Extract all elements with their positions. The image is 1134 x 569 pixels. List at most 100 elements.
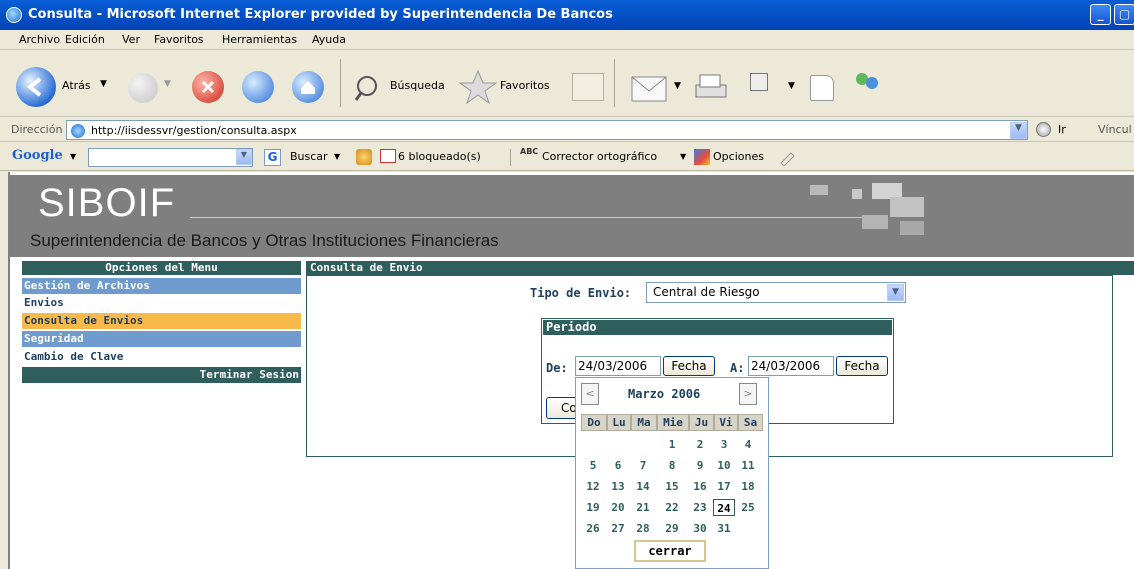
- calendar-day[interactable]: 18: [737, 478, 759, 495]
- calendar-day[interactable]: 27: [607, 520, 629, 537]
- calendar-day[interactable]: 12: [582, 478, 604, 495]
- calendar-day[interactable]: 13: [607, 478, 629, 495]
- calendar-day[interactable]: 25: [737, 499, 759, 516]
- banner-subtitle: Superintendencia de Bancos y Otras Insti…: [30, 231, 499, 250]
- sidebar-item-gestion[interactable]: Gestión de Archivos: [22, 278, 301, 294]
- calendar-day[interactable]: 11: [737, 457, 759, 474]
- google-search-input[interactable]: [88, 148, 253, 167]
- search-label[interactable]: Búsqueda: [390, 79, 445, 92]
- spellcheck-dropdown-icon[interactable]: ▼: [680, 152, 686, 161]
- links-label[interactable]: Víncul: [1098, 123, 1132, 136]
- de-date-input[interactable]: 24/03/2006: [575, 356, 661, 376]
- search-icon[interactable]: [352, 73, 382, 103]
- calendar-close-button[interactable]: cerrar: [634, 540, 706, 562]
- calendar-day[interactable]: 3: [713, 436, 735, 453]
- google-search-button[interactable]: Buscar: [290, 150, 328, 163]
- calendar-day[interactable]: 17: [713, 478, 735, 495]
- go-icon[interactable]: [1036, 122, 1051, 137]
- menu-favoritos[interactable]: Favoritos: [154, 33, 204, 46]
- google-toolbar: Google ▼ ▼ G Buscar ▼ 6 bloqueado(s) ABC…: [0, 143, 1134, 171]
- google-menu-icon[interactable]: ▼: [70, 152, 76, 161]
- window-title-bar[interactable]: Consulta - Microsoft Internet Explorer p…: [0, 0, 1134, 30]
- media-icon[interactable]: [572, 73, 604, 101]
- menu-ayuda[interactable]: Ayuda: [312, 33, 346, 46]
- highlight-icon[interactable]: [778, 148, 796, 166]
- go-button[interactable]: Ir: [1058, 123, 1066, 136]
- calendar-day[interactable]: 30: [689, 520, 711, 537]
- spellcheck-icon[interactable]: ABC: [520, 147, 538, 156]
- calendar-day[interactable]: 29: [661, 520, 683, 537]
- mail-dropdown-icon[interactable]: ▼: [674, 81, 681, 91]
- siboif-logo: SIBOIF: [38, 181, 176, 225]
- de-fecha-button[interactable]: Fecha: [663, 356, 715, 376]
- calendar-day[interactable]: 31: [713, 520, 735, 537]
- calendar-day[interactable]: 16: [689, 478, 711, 495]
- forward-icon[interactable]: [128, 73, 158, 103]
- forward-dropdown-icon[interactable]: ▼: [164, 79, 171, 89]
- spellcheck-button[interactable]: Corrector ortográfico: [542, 150, 657, 163]
- sidebar-item-envios[interactable]: Envios: [22, 295, 301, 311]
- discuss-icon[interactable]: [810, 75, 834, 101]
- menu-archivo[interactable]: Archivo: [19, 33, 60, 46]
- pagerank-icon[interactable]: [356, 149, 372, 165]
- calendar-day[interactable]: 4: [737, 436, 759, 453]
- options-icon[interactable]: [694, 149, 710, 165]
- calendar-day[interactable]: 21: [632, 499, 654, 516]
- home-icon[interactable]: [292, 71, 324, 103]
- address-dropdown-icon[interactable]: ▼: [1010, 122, 1027, 139]
- calendar-next-button[interactable]: >: [739, 383, 757, 405]
- minimize-button[interactable]: _: [1090, 4, 1111, 25]
- sidebar-item-seguridad[interactable]: Seguridad: [22, 331, 301, 347]
- maximize-button[interactable]: ▢: [1114, 4, 1134, 25]
- calendar-day[interactable]: 5: [582, 457, 604, 474]
- refresh-icon[interactable]: [242, 71, 274, 103]
- edit-icon[interactable]: [750, 73, 768, 91]
- calendar-day[interactable]: 8: [661, 457, 683, 474]
- calendar-day[interactable]: 15: [661, 478, 683, 495]
- google-g-icon[interactable]: G: [264, 149, 281, 166]
- favorites-label[interactable]: Favoritos: [500, 79, 550, 92]
- calendar-day[interactable]: 1: [661, 436, 683, 453]
- address-input[interactable]: http://iisdessvr/gestion/consulta.aspx: [66, 120, 1028, 140]
- menu-herramientas[interactable]: Herramientas: [222, 33, 297, 46]
- menu-ver[interactable]: Ver: [122, 33, 140, 46]
- calendar-day[interactable]: 20: [607, 499, 629, 516]
- calendar-day[interactable]: 6: [607, 457, 629, 474]
- edit-dropdown-icon[interactable]: ▼: [788, 81, 795, 91]
- back-label[interactable]: Atrás: [62, 79, 91, 92]
- popup-blocker-icon[interactable]: [380, 149, 396, 163]
- a-fecha-button[interactable]: Fecha: [836, 356, 888, 376]
- calendar-day[interactable]: 2: [689, 436, 711, 453]
- calendar-prev-button[interactable]: <: [581, 383, 599, 405]
- menu-edicion[interactable]: Edición: [65, 33, 105, 46]
- calendar-day[interactable]: 22: [661, 499, 683, 516]
- favorites-icon[interactable]: [458, 69, 498, 105]
- sidebar-item-cambio-clave[interactable]: Cambio de Clave: [22, 349, 301, 365]
- stop-icon[interactable]: [192, 71, 224, 103]
- print-icon[interactable]: [690, 71, 730, 105]
- google-search-dropdown-icon[interactable]: ▼: [236, 149, 252, 165]
- sidebar-item-consulta[interactable]: Consulta de Envios: [22, 313, 301, 329]
- popup-blocked-count[interactable]: 6 bloqueado(s): [398, 150, 481, 163]
- calendar-day-selected[interactable]: 24: [713, 499, 735, 516]
- google-logo[interactable]: Google: [12, 148, 63, 163]
- back-dropdown-icon[interactable]: ▼: [100, 79, 107, 89]
- calendar-day[interactable]: 7: [632, 457, 654, 474]
- calendar-day[interactable]: 19: [582, 499, 604, 516]
- calendar-day[interactable]: 14: [632, 478, 654, 495]
- logout-link[interactable]: Terminar Sesion: [22, 367, 301, 383]
- options-button[interactable]: Opciones: [713, 150, 764, 163]
- mail-icon[interactable]: [628, 67, 672, 107]
- calendar-day[interactable]: 10: [713, 457, 735, 474]
- tipo-envio-select[interactable]: Central de Riesgo ▼: [646, 282, 906, 303]
- calendar-day[interactable]: 9: [689, 457, 711, 474]
- chevron-down-icon[interactable]: ▼: [887, 284, 904, 301]
- menu-bar: Archivo Edición Ver Favoritos Herramient…: [0, 30, 1134, 50]
- messenger-icon[interactable]: [852, 69, 882, 97]
- calendar-day[interactable]: 26: [582, 520, 604, 537]
- a-date-input[interactable]: 24/03/2006: [748, 356, 834, 376]
- calendar-day[interactable]: 28: [632, 520, 654, 537]
- google-search-menu-icon[interactable]: ▼: [334, 152, 340, 161]
- calendar-day[interactable]: 23: [689, 499, 711, 516]
- back-icon[interactable]: [16, 67, 56, 107]
